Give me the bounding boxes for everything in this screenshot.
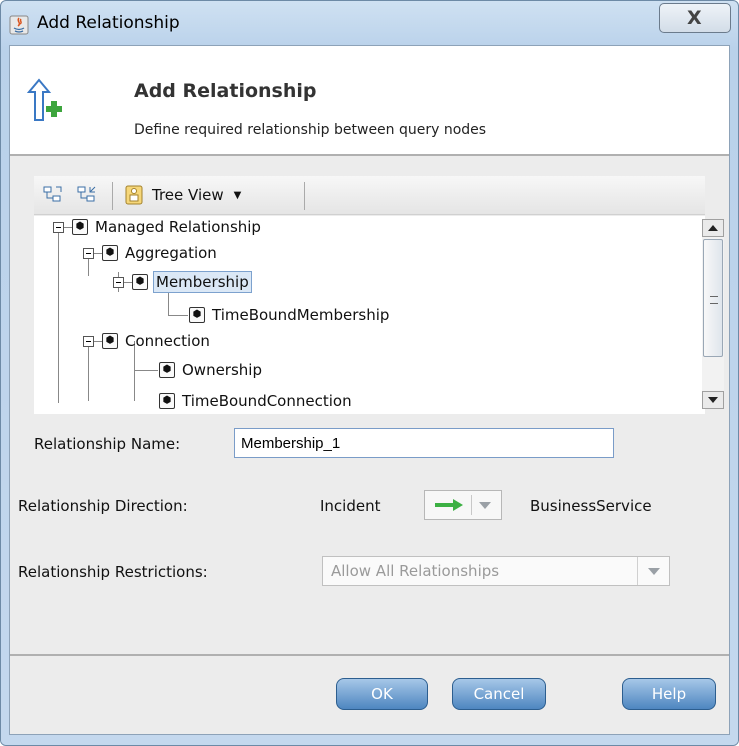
collapse-toggle-icon[interactable] xyxy=(83,335,94,347)
wizard-header: Add Relationship Define required relatio… xyxy=(10,46,729,154)
arrow-right-icon xyxy=(435,499,463,511)
tree-node-managed-relationship[interactable]: ⬢ Managed Relationship xyxy=(53,216,263,238)
chevron-down-icon xyxy=(648,568,660,575)
dialog-body: Add Relationship Define required relatio… xyxy=(9,45,730,735)
toolbar-divider xyxy=(112,182,113,210)
relationship-node-icon: ⬢ xyxy=(159,393,175,409)
dialog-footer: OK Cancel Help xyxy=(10,656,729,734)
tree-view-label: Tree View xyxy=(152,186,224,204)
collapse-toggle-icon[interactable] xyxy=(113,276,124,288)
java-app-icon xyxy=(9,15,29,35)
scroll-up-icon[interactable] xyxy=(702,219,724,237)
tree-view-dropdown[interactable]: Tree View ▼ xyxy=(124,181,241,209)
dropdown-arrow-icon: ▼ xyxy=(233,189,242,201)
relationship-node-icon: ⬢ xyxy=(102,333,118,349)
restrictions-dropdown-arrow[interactable] xyxy=(637,557,670,585)
tree-line xyxy=(134,370,158,371)
tree-node-label: TimeBoundMembership xyxy=(212,306,390,324)
tree-line xyxy=(58,233,59,403)
relationship-name-label: Relationship Name: xyxy=(34,435,181,453)
relationship-restrictions-label: Relationship Restrictions: xyxy=(18,563,208,581)
relationship-node-icon: ⬢ xyxy=(189,307,205,323)
dialog-window: Add Relationship X Add Relationship Defi… xyxy=(0,0,739,746)
cancel-button[interactable]: Cancel xyxy=(452,678,546,710)
tree-node-partial[interactable]: ⬢ TimeBoundConnection xyxy=(159,390,354,412)
relationship-node-icon: ⬢ xyxy=(159,362,175,378)
tree-node-label: Managed Relationship xyxy=(95,218,261,236)
close-button[interactable]: X xyxy=(659,3,731,33)
header-title: Add Relationship xyxy=(134,80,317,102)
restrictions-value: Allow All Relationships xyxy=(331,562,500,580)
tree-node-label: TimeBoundConnection xyxy=(182,392,352,410)
tree-node-label: Membership xyxy=(153,271,252,293)
window-bottom-border xyxy=(1,735,738,745)
tree-node-ownership[interactable]: ⬢ Ownership xyxy=(159,359,264,381)
toolbar-divider xyxy=(304,182,305,210)
tree-scrollbar[interactable] xyxy=(702,219,724,409)
tree-node-timeboundmembership[interactable]: ⬢ TimeBoundMembership xyxy=(189,304,391,326)
ok-button[interactable]: OK xyxy=(336,678,428,710)
relationship-tree[interactable]: ⬢ Managed Relationship ⬢ Aggregation ⬢ M… xyxy=(34,216,705,414)
tree-view-icon xyxy=(125,185,143,205)
relationship-node-icon: ⬢ xyxy=(132,274,148,290)
collapse-all-icon[interactable] xyxy=(76,184,98,206)
scroll-thumb[interactable] xyxy=(703,239,723,357)
relationship-node-icon: ⬢ xyxy=(72,219,88,235)
title-bar[interactable]: Add Relationship X xyxy=(1,1,738,45)
tree-node-membership[interactable]: ⬢ Membership xyxy=(113,271,252,293)
tree-toolbar: Tree View ▼ xyxy=(34,176,705,215)
direction-source: Incident xyxy=(320,497,381,515)
collapse-toggle-icon[interactable] xyxy=(53,221,64,233)
restrictions-select[interactable]: Allow All Relationships xyxy=(322,556,670,586)
help-button[interactable]: Help xyxy=(622,678,716,710)
window-title: Add Relationship xyxy=(37,13,180,33)
direction-target: BusinessService xyxy=(530,497,652,515)
tree-node-connection[interactable]: ⬢ Connection xyxy=(83,330,212,352)
scroll-down-icon[interactable] xyxy=(702,391,724,409)
chevron-down-icon xyxy=(479,502,491,509)
relationship-name-input[interactable] xyxy=(234,428,614,458)
close-icon: X xyxy=(687,7,702,29)
tree-node-label: Aggregation xyxy=(125,244,217,262)
tree-line xyxy=(168,292,169,316)
header-subtitle: Define required relationship between que… xyxy=(134,122,487,138)
tree-node-label: Ownership xyxy=(182,361,262,379)
tree-node-aggregation[interactable]: ⬢ Aggregation xyxy=(83,242,219,264)
arrow-up-plus-icon xyxy=(26,78,62,121)
direction-toggle-button[interactable] xyxy=(424,490,502,520)
collapse-toggle-icon[interactable] xyxy=(83,247,94,259)
relationship-direction-label: Relationship Direction: xyxy=(18,497,188,515)
tree-node-label: Connection xyxy=(125,332,210,350)
relationship-node-icon: ⬢ xyxy=(102,245,118,261)
expand-all-icon[interactable] xyxy=(42,184,64,206)
tree-line xyxy=(168,315,188,316)
header-divider xyxy=(10,154,729,156)
